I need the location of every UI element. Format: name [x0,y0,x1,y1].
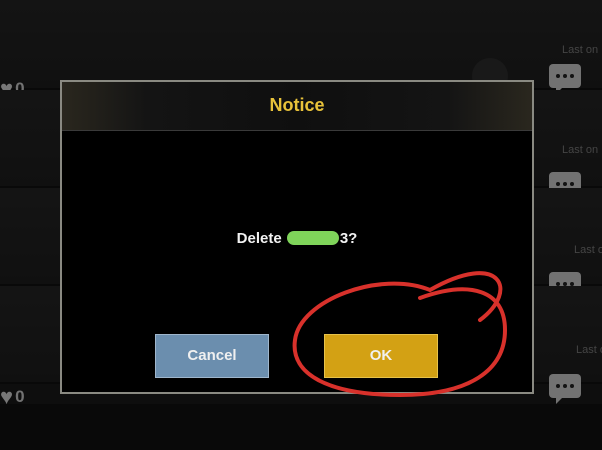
message-prefix: Delete [236,230,286,247]
cancel-button[interactable]: Cancel [155,334,269,378]
dialog-message: Delete 3? [62,230,532,247]
ok-button[interactable]: OK [324,334,438,378]
notice-dialog: Notice Delete 3? Cancel OK [60,80,534,394]
message-suffix: 3? [339,230,358,247]
redacted-name [286,231,339,245]
dialog-header: Notice [62,82,532,131]
dialog-title: Notice [269,95,325,115]
